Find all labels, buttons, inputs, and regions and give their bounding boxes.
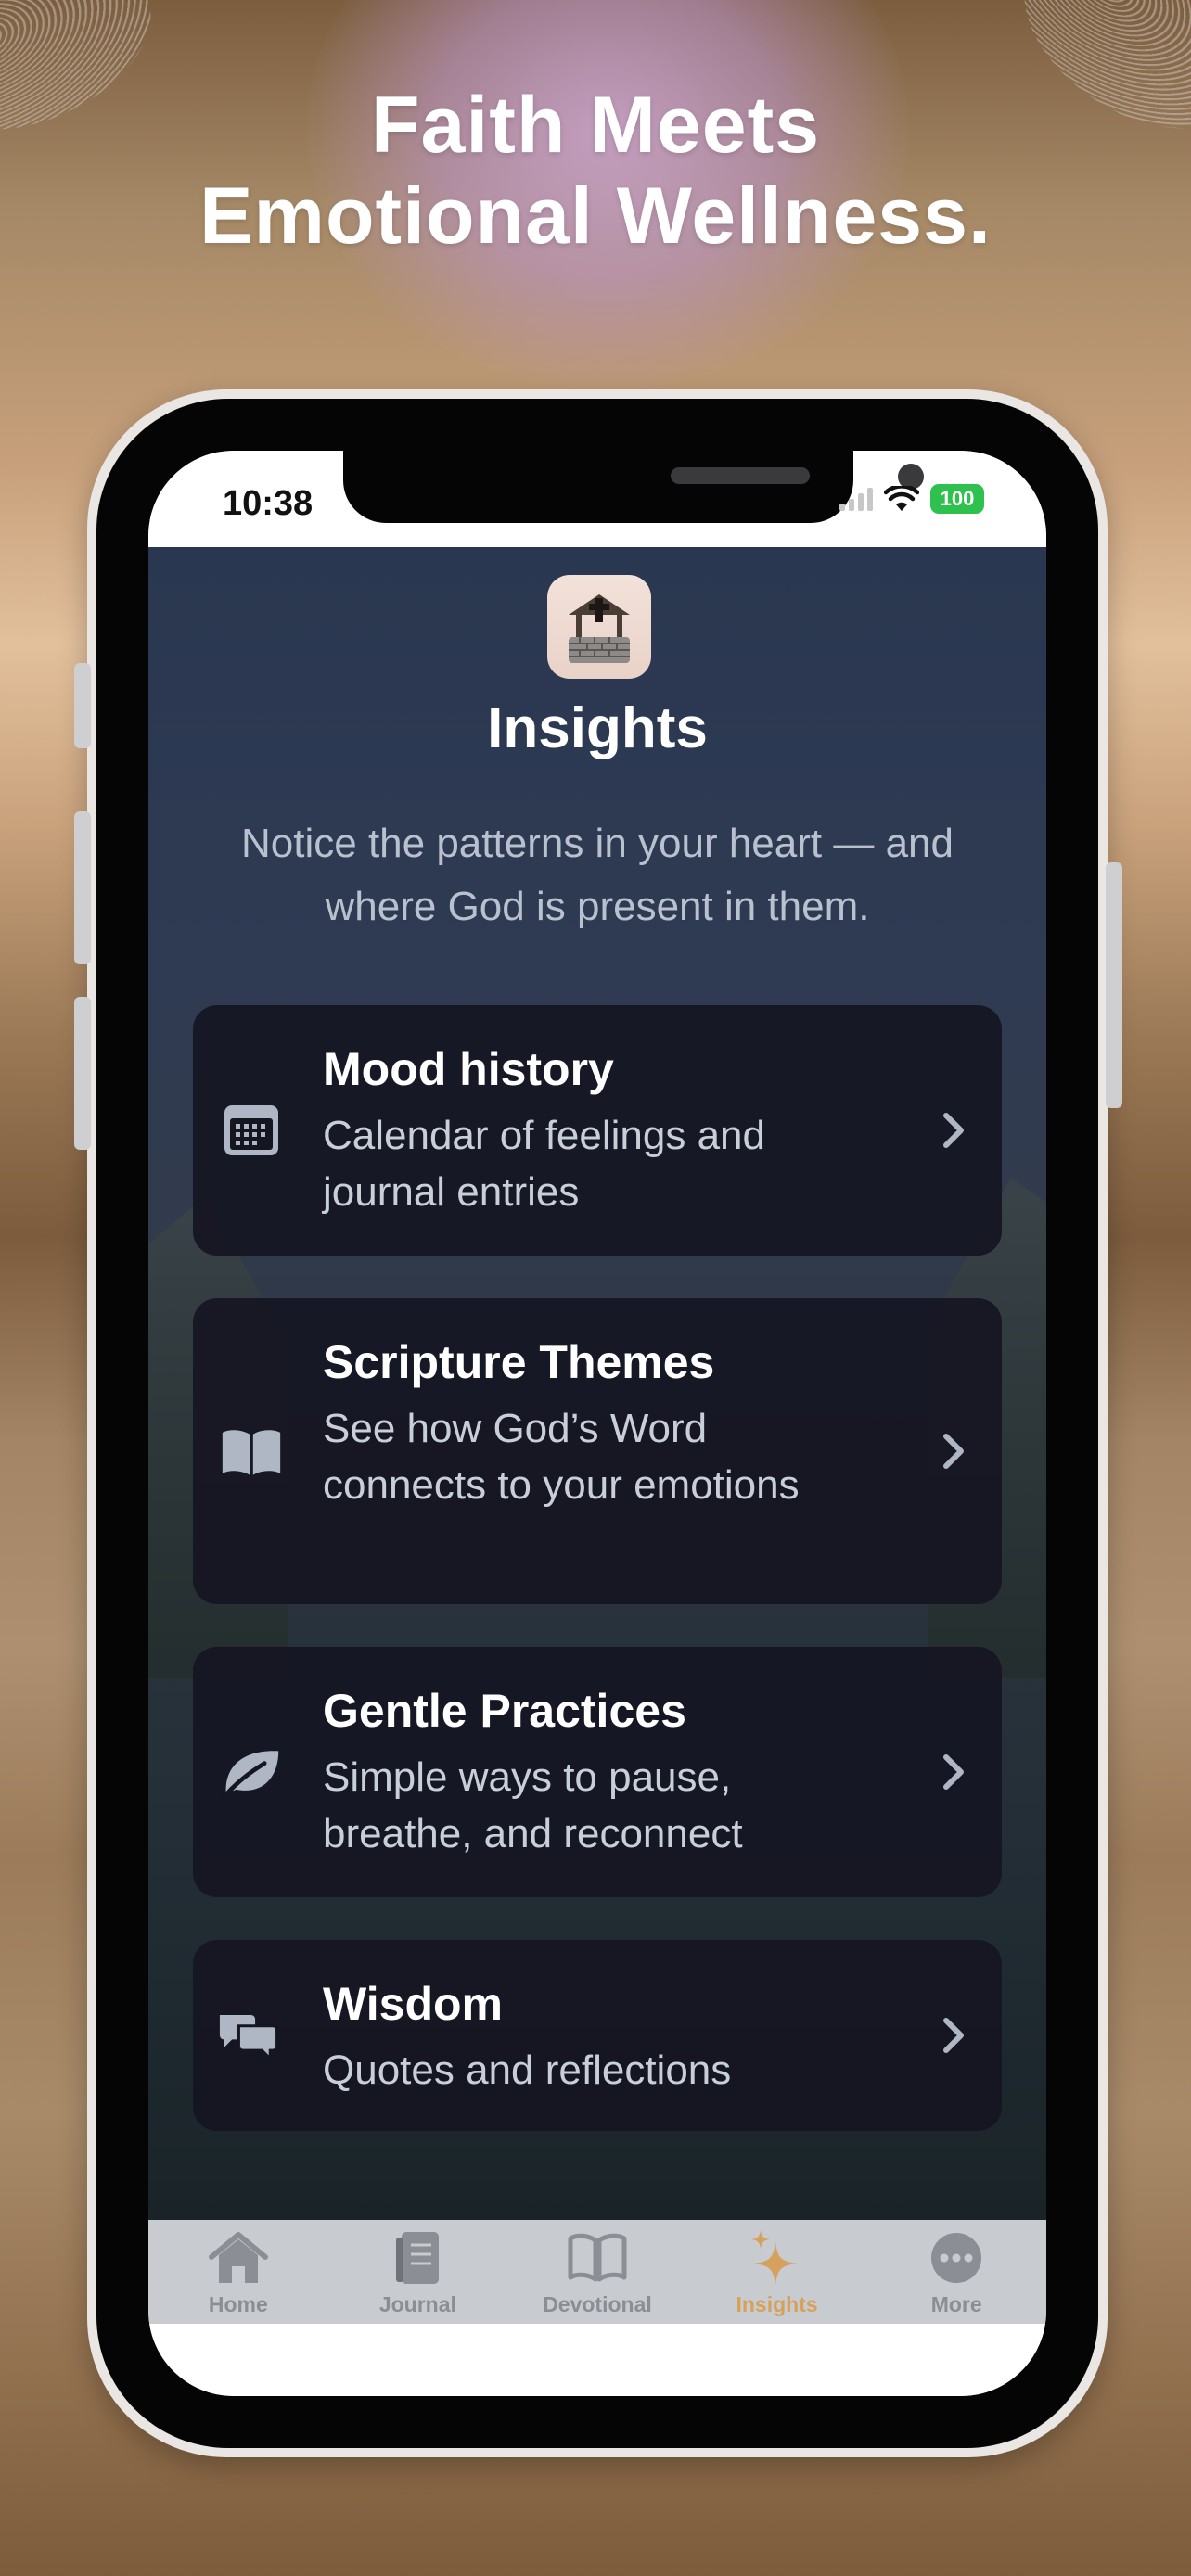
card-description: Calendar of feelings and journal entries bbox=[323, 1113, 765, 1215]
tab-label: Insights bbox=[736, 2292, 818, 2316]
tab-label: Home bbox=[208, 2292, 268, 2316]
book-icon bbox=[565, 2229, 630, 2287]
page-subtitle: Notice the patterns in your heart — and … bbox=[241, 821, 954, 929]
phone-screen: 10:38 100 Insights Notice the patterns i… bbox=[148, 451, 1046, 2396]
card-wisdom[interactable]: Wisdom Quotes and reflections bbox=[193, 1940, 1002, 2131]
tab-home[interactable]: Home bbox=[148, 2220, 328, 2324]
home-indicator-area bbox=[148, 2324, 1046, 2396]
page-title: Insights bbox=[487, 696, 708, 760]
card-title: Scripture Themes bbox=[323, 1336, 715, 1388]
home-icon bbox=[206, 2229, 271, 2287]
card-scripture-themes[interactable]: Scripture Themes See how God’s Word conn… bbox=[193, 1298, 1002, 1604]
leaf-icon bbox=[221, 1741, 282, 1803]
battery-indicator: 100 bbox=[930, 484, 984, 514]
sparkles-icon bbox=[745, 2229, 810, 2287]
tab-label: Journal bbox=[378, 2292, 456, 2316]
card-title: Gentle Practices bbox=[323, 1685, 686, 1737]
card-description: Simple ways to pause, breathe, and recon… bbox=[323, 1754, 743, 1856]
card-description: Quotes and reflections bbox=[323, 2047, 732, 2093]
card-title: Wisdom bbox=[323, 1978, 503, 2030]
journal-icon bbox=[385, 2229, 450, 2287]
phone-power-button bbox=[1106, 862, 1122, 1108]
calendar-icon bbox=[221, 1100, 282, 1161]
phone-volume-down-button bbox=[74, 997, 91, 1150]
chevron-right-icon bbox=[935, 1749, 972, 1795]
marketing-headline: Faith Meets Emotional Wellness. bbox=[0, 80, 1191, 261]
more-icon bbox=[924, 2229, 989, 2287]
status-time: 10:38 bbox=[223, 484, 314, 523]
card-title: Mood history bbox=[323, 1043, 614, 1095]
tab-journal[interactable]: Journal bbox=[328, 2220, 508, 2324]
tab-more[interactable]: More bbox=[866, 2220, 1046, 2324]
open-book-icon bbox=[221, 1421, 282, 1482]
phone-action-button bbox=[74, 663, 91, 748]
tab-label: More bbox=[930, 2292, 982, 2316]
card-mood-history[interactable]: Mood history Calendar of feelings and jo… bbox=[193, 1005, 1002, 1256]
insights-screen: Insights Notice the patterns in your hea… bbox=[148, 547, 1046, 2220]
speaker-grille bbox=[671, 467, 810, 484]
app-logo-icon bbox=[547, 575, 651, 679]
chat-bubbles-icon bbox=[217, 2005, 278, 2066]
status-bar: 10:38 100 bbox=[148, 451, 1046, 547]
card-gentle-practices[interactable]: Gentle Practices Simple ways to pause, b… bbox=[193, 1647, 1002, 1897]
headline-line-2: Emotional Wellness. bbox=[199, 172, 992, 261]
chevron-right-icon bbox=[935, 2012, 972, 2059]
notch bbox=[343, 451, 924, 523]
wifi-icon bbox=[884, 486, 919, 511]
card-description: See how God’s Word connects to your emot… bbox=[323, 1406, 800, 1508]
chevron-right-icon bbox=[935, 1107, 972, 1154]
status-icons: 100 bbox=[839, 484, 984, 514]
tab-label: Devotional bbox=[543, 2292, 652, 2316]
cellular-signal-icon bbox=[839, 487, 873, 511]
tab-bar: Home Journal Devotional Insights More bbox=[148, 2220, 1046, 2324]
headline-line-1: Faith Meets bbox=[370, 81, 821, 170]
tab-insights[interactable]: Insights bbox=[687, 2220, 867, 2324]
tab-devotional[interactable]: Devotional bbox=[507, 2220, 687, 2324]
chevron-right-icon bbox=[935, 1428, 972, 1474]
phone-volume-up-button bbox=[74, 811, 91, 964]
